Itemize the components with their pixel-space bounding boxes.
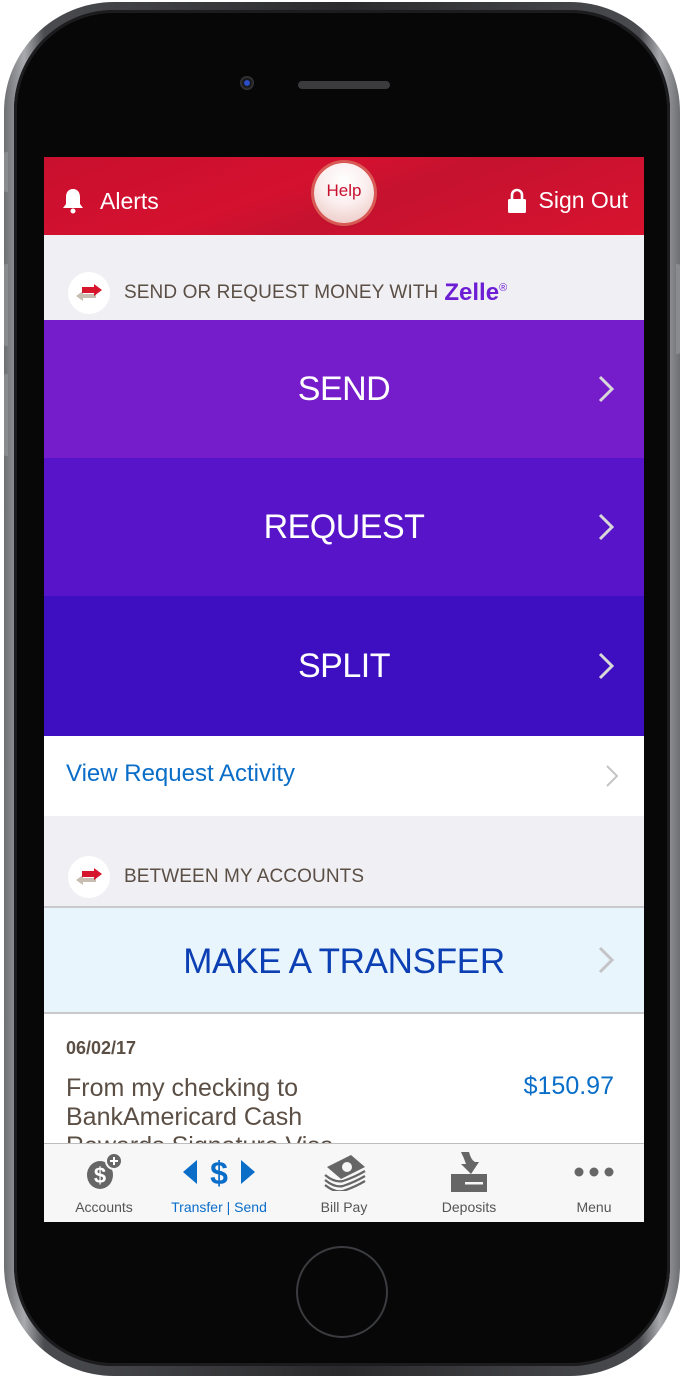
transfer-icon: $	[158, 1152, 280, 1192]
tab-menu-label: Menu	[576, 1199, 612, 1215]
split-button[interactable]: SPLIT	[44, 596, 644, 736]
transfer-arrows-icon	[68, 272, 110, 314]
bill-pay-icon	[284, 1152, 404, 1192]
tab-bar: $ Accounts $ Transfer | Send Bill Pay De…	[44, 1143, 644, 1222]
make-a-transfer-label: MAKE A TRANSFER	[183, 942, 505, 981]
tab-deposits-label: Deposits	[441, 1199, 497, 1215]
lock-icon	[507, 188, 526, 213]
front-camera	[240, 76, 254, 90]
chevron-right-icon	[598, 513, 614, 541]
split-label: SPLIT	[298, 646, 390, 685]
zelle-brand-text: Zelle	[444, 279, 500, 306]
more-icon	[534, 1152, 644, 1192]
power-button	[676, 264, 680, 354]
home-button[interactable]	[296, 1246, 388, 1338]
registered-mark: ®	[499, 282, 508, 294]
deposits-icon	[409, 1152, 529, 1192]
view-request-activity-link[interactable]: View Request Activity	[44, 736, 644, 816]
tab-transfer-send-label: Transfer | Send	[171, 1199, 267, 1215]
sign-out-button[interactable]: Sign Out	[507, 187, 629, 214]
tab-bill-pay-label: Bill Pay	[320, 1199, 368, 1215]
sign-out-label: Sign Out	[538, 187, 629, 213]
volume-down-button	[4, 374, 8, 456]
alerts-button[interactable]: Alerts	[60, 187, 159, 215]
transfer-amount: $150.97	[523, 1072, 614, 1100]
accounts-section-title: BETWEEN MY ACCOUNTS	[124, 866, 365, 887]
app-screen: Alerts Help Sign Out SEND OR REQUEST MON…	[44, 157, 644, 1222]
accounts-section-header: BETWEEN MY ACCOUNTS	[44, 847, 644, 907]
view-request-activity-label: View Request Activity	[66, 760, 295, 787]
request-button[interactable]: REQUEST	[44, 458, 644, 596]
alerts-label: Alerts	[100, 187, 159, 214]
transfer-arrows-icon	[68, 856, 110, 898]
mute-switch	[4, 152, 8, 192]
zelle-section-title: SEND OR REQUEST MONEY WITH	[124, 282, 439, 303]
send-label: SEND	[297, 369, 391, 408]
send-button[interactable]: SEND	[44, 320, 644, 458]
tab-transfer-send[interactable]: $ Transfer | Send	[158, 1144, 280, 1222]
zelle-section-header: SEND OR REQUEST MONEY WITH Zelle®	[44, 263, 644, 323]
svg-text:$: $	[210, 1155, 228, 1189]
recent-transfer-item[interactable]: 06/02/17 From my checking to BankAmerica…	[44, 1014, 644, 1189]
chevron-right-icon	[598, 375, 614, 403]
make-a-transfer-button[interactable]: MAKE A TRANSFER	[44, 906, 644, 1014]
request-label: REQUEST	[263, 507, 425, 546]
transfer-date: 06/02/17	[66, 1038, 137, 1058]
help-button[interactable]: Help	[314, 163, 374, 223]
svg-text:$: $	[94, 1163, 106, 1188]
accounts-icon: $	[44, 1152, 164, 1192]
top-bar: Alerts Help Sign Out	[44, 157, 644, 235]
tab-bill-pay[interactable]: Bill Pay	[284, 1144, 404, 1222]
chevron-right-icon	[606, 765, 618, 787]
tab-deposits[interactable]: Deposits	[409, 1144, 529, 1222]
tab-menu[interactable]: Menu	[534, 1144, 644, 1222]
chevron-right-icon	[598, 946, 614, 974]
chevron-right-icon	[598, 652, 614, 680]
zelle-logo: Zelle®	[444, 279, 507, 307]
tab-accounts-label: Accounts	[75, 1199, 133, 1215]
tab-accounts[interactable]: $ Accounts	[44, 1144, 164, 1222]
bell-icon	[63, 189, 83, 214]
volume-up-button	[4, 264, 8, 346]
earpiece-speaker	[298, 81, 390, 89]
